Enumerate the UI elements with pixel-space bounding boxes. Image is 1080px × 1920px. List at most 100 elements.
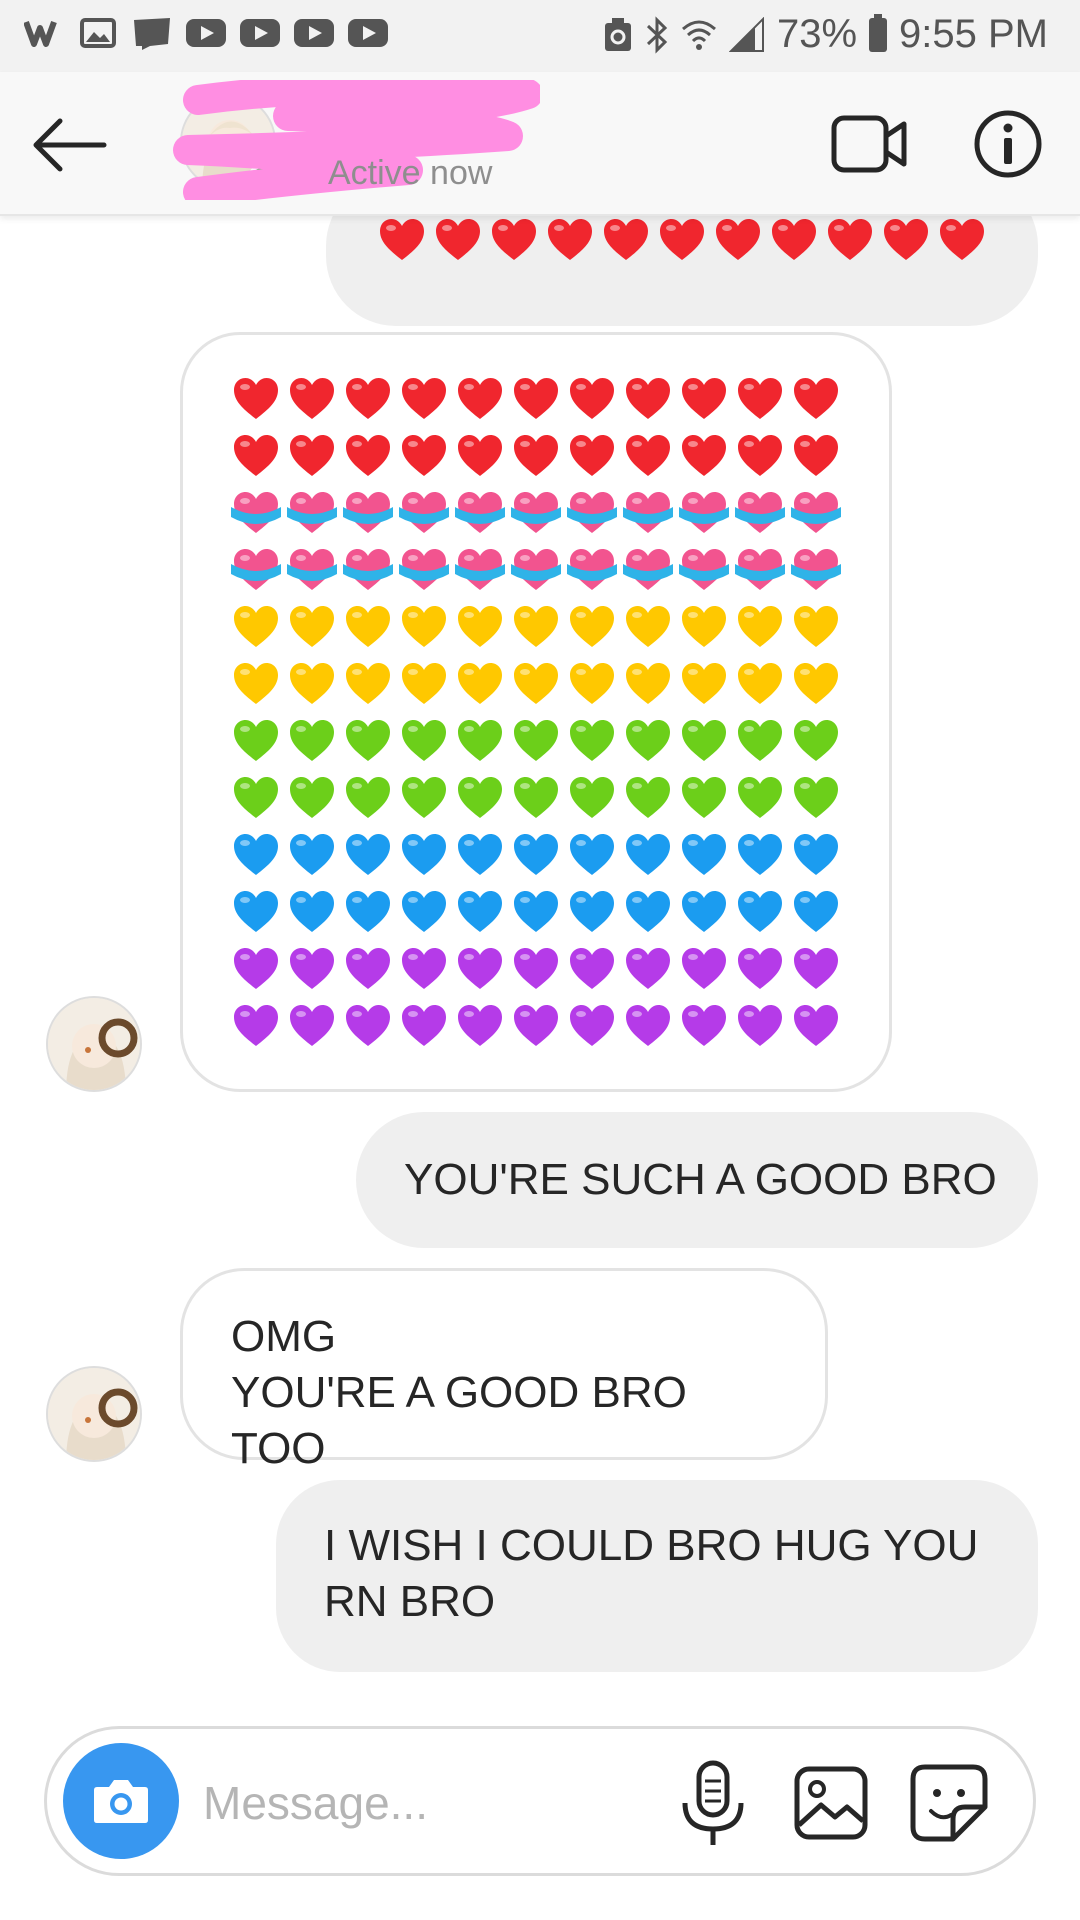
yellow-heart-icon — [402, 606, 446, 647]
red-heart-icon — [346, 378, 390, 419]
blue-heart-icon — [290, 834, 334, 875]
message-bubble-outgoing[interactable] — [326, 216, 1038, 326]
red-heart-icon — [436, 219, 480, 260]
yellow-heart-icon — [738, 606, 782, 647]
yellow-heart-icon — [346, 606, 390, 647]
back-button[interactable] — [30, 110, 110, 180]
blue-heart-icon — [346, 891, 390, 932]
sender-avatar[interactable] — [46, 1366, 142, 1462]
purple-heart-icon — [458, 948, 502, 989]
green-heart-icon — [402, 720, 446, 761]
heart-with-ribbon-icon — [343, 549, 393, 590]
blue-heart-icon — [234, 891, 278, 932]
red-heart-icon — [458, 378, 502, 419]
heart-with-ribbon-icon — [399, 549, 449, 590]
heart-emoji-row — [231, 1002, 841, 1049]
heart-with-ribbon-icon — [343, 492, 393, 533]
blue-heart-icon — [738, 834, 782, 875]
purple-heart-icon — [626, 948, 670, 989]
heart-with-ribbon-icon — [287, 549, 337, 590]
camera-button[interactable] — [63, 1743, 179, 1859]
green-heart-icon — [402, 777, 446, 818]
youtube-icon — [348, 19, 388, 47]
blue-heart-icon — [402, 891, 446, 932]
red-heart-icon — [492, 219, 536, 260]
message-bubble-incoming[interactable] — [180, 332, 892, 1092]
heart-emoji-row — [231, 432, 841, 479]
blue-heart-icon — [458, 891, 502, 932]
bluetooth-icon — [646, 15, 668, 54]
active-status-text: Active now — [328, 154, 493, 192]
purple-heart-icon — [626, 1005, 670, 1046]
message-bubble-outgoing[interactable]: YOU'RE SUCH A GOOD BRO — [356, 1112, 1038, 1248]
purple-heart-icon — [514, 1005, 558, 1046]
heart-emoji-row — [231, 375, 841, 422]
purple-heart-icon — [290, 948, 334, 989]
yellow-heart-icon — [290, 663, 334, 704]
system-tray: 73% 9:55 PM — [603, 12, 1048, 57]
youtube-icon — [240, 19, 280, 47]
heart-emoji-row — [231, 888, 841, 935]
yellow-heart-icon — [346, 663, 390, 704]
yellow-heart-icon — [402, 663, 446, 704]
yellow-heart-icon — [290, 606, 334, 647]
green-heart-icon — [682, 777, 726, 818]
red-heart-icon — [570, 378, 614, 419]
gallery-button[interactable] — [793, 1765, 869, 1841]
message-bubble-incoming[interactable]: OMG YOU'RE A GOOD BRO TOO — [180, 1268, 828, 1473]
red-heart-icon — [380, 219, 424, 260]
red-heart-icon — [570, 435, 614, 476]
sticker-button[interactable] — [909, 1763, 989, 1843]
heart-emoji-row — [231, 831, 841, 878]
webtoon-w-icon — [24, 16, 64, 50]
webtoon-icon — [132, 16, 172, 50]
green-heart-icon — [514, 720, 558, 761]
yellow-heart-icon — [794, 663, 838, 704]
heart-with-ribbon-icon — [623, 492, 673, 533]
yellow-heart-icon — [738, 663, 782, 704]
blue-heart-icon — [682, 834, 726, 875]
red-heart-icon — [234, 378, 278, 419]
message-input[interactable] — [203, 1767, 683, 1839]
heart-emoji-row — [231, 945, 841, 992]
heart-emoji-row — [231, 603, 841, 650]
purple-heart-icon — [234, 948, 278, 989]
blue-heart-icon — [738, 891, 782, 932]
blue-heart-icon — [402, 834, 446, 875]
yellow-heart-icon — [570, 606, 614, 647]
green-heart-icon — [570, 777, 614, 818]
green-heart-icon — [290, 777, 334, 818]
green-heart-icon — [514, 777, 558, 818]
green-heart-icon — [346, 777, 390, 818]
heart-with-ribbon-icon — [679, 549, 729, 590]
purple-heart-icon — [570, 1005, 614, 1046]
blue-heart-icon — [570, 891, 614, 932]
heart-with-ribbon-icon — [231, 549, 281, 590]
yellow-heart-icon — [626, 606, 670, 647]
message-text: YOU'RE SUCH A GOOD BRO — [404, 1155, 997, 1204]
red-heart-icon — [290, 378, 334, 419]
blue-heart-icon — [514, 834, 558, 875]
battery-percent: 73% — [776, 12, 858, 56]
microphone-icon — [682, 1760, 744, 1845]
blue-heart-icon — [682, 891, 726, 932]
info-button[interactable] — [972, 108, 1044, 180]
purple-heart-icon — [570, 948, 614, 989]
heart-with-ribbon-icon — [511, 549, 561, 590]
notification-icons — [24, 16, 388, 50]
video-call-button[interactable] — [830, 112, 910, 176]
red-heart-icon — [738, 378, 782, 419]
heart-with-ribbon-icon — [455, 492, 505, 533]
blue-heart-icon — [626, 891, 670, 932]
green-heart-icon — [682, 720, 726, 761]
voice-message-button[interactable] — [675, 1759, 751, 1849]
red-heart-icon — [626, 435, 670, 476]
green-heart-icon — [626, 777, 670, 818]
camera-icon — [94, 1780, 148, 1823]
sender-avatar[interactable] — [46, 996, 142, 1092]
yellow-heart-icon — [570, 663, 614, 704]
red-heart-icon — [514, 378, 558, 419]
heart-with-ribbon-icon — [735, 492, 785, 533]
message-bubble-outgoing[interactable]: I WISH I COULD BRO HUG YOU RN BRO — [276, 1480, 1038, 1672]
purple-heart-icon — [738, 1005, 782, 1046]
